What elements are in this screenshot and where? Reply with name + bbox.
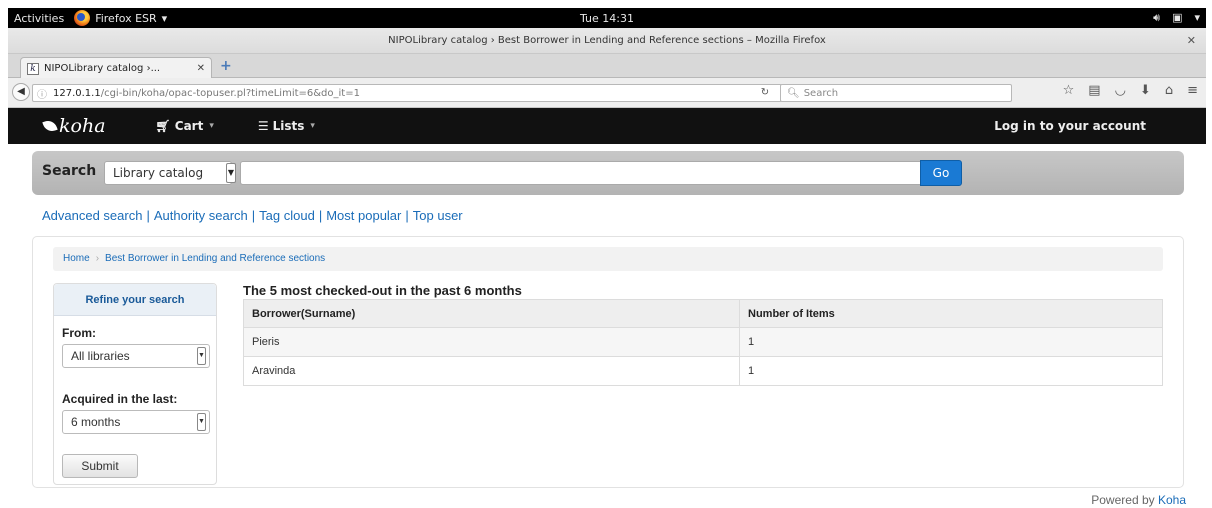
most-popular-link[interactable]: Most popular <box>326 208 401 223</box>
app-menu[interactable]: Firefox ESR ▾ <box>74 10 167 26</box>
table-row: Pieris 1 <box>243 327 1163 357</box>
authority-search-link[interactable]: Authority search <box>154 208 248 223</box>
search-label: Search <box>42 163 97 179</box>
powered-by-text: Powered by <box>1091 493 1155 507</box>
refine-sidebar: Refine your search From: All libraries ▼… <box>53 283 217 485</box>
firefox-logo-icon <box>74 10 91 26</box>
url-host: 127.0.1.1 <box>53 87 101 99</box>
koha-navbar: koha 🛒︎ Cart ▾ ☰ Lists ▾ Log in to your … <box>8 108 1206 144</box>
bookmark-star-icon[interactable]: ☆ <box>1063 83 1075 98</box>
powered-by-footer: Powered by Koha <box>1091 493 1186 507</box>
koha-link[interactable]: Koha <box>1158 493 1186 507</box>
items-cell: 1 <box>739 327 1163 357</box>
library-select-value: All libraries <box>71 349 130 363</box>
app-menu-label: Firefox ESR <box>95 11 157 25</box>
sidebar-title: Refine your search <box>54 284 216 316</box>
new-tab-button[interactable]: + <box>220 58 232 74</box>
koha-logo[interactable]: koha <box>42 115 106 137</box>
koha-favicon-icon: k <box>27 62 39 75</box>
koha-leaf-icon <box>42 118 58 134</box>
column-header-borrower: Borrower(Surname) <box>243 299 740 328</box>
browser-navbar: ◀ ⓘ 127.0.1.1/cgi-bin/koha/opac-topuser.… <box>8 78 1206 108</box>
browser-tab[interactable]: k NIPOLibrary catalog ›... ✕ <box>20 57 212 79</box>
acquired-label: Acquired in the last: <box>62 392 178 406</box>
hamburger-menu-icon[interactable]: ≡ <box>1187 83 1198 98</box>
main-content: Home › Best Borrower in Lending and Refere… <box>32 236 1184 488</box>
browser-search-placeholder: Search <box>803 87 839 99</box>
reload-icon[interactable]: ↻ <box>754 84 776 102</box>
search-panel: Search Library catalog ▼ Go <box>32 151 1184 195</box>
back-button[interactable]: ◀ <box>12 83 30 101</box>
lists-label: Lists <box>272 119 305 133</box>
breadcrumb: Home › Best Borrower in Lending and Refere… <box>53 247 1163 271</box>
column-header-items: Number of Items <box>739 299 1163 328</box>
search-input[interactable] <box>240 161 922 185</box>
chevron-down-icon: ▾ <box>161 11 168 25</box>
url-path: /cgi-bin/koha/opac-topuser.pl?timeLimit=… <box>100 87 360 99</box>
window-title: NIPOLibrary catalog › Best Borrower in L… <box>388 35 826 46</box>
results-table: Borrower(Surname) Number of Items Pieris… <box>243 299 1163 386</box>
pocket-icon[interactable]: ◡ <box>1115 83 1126 98</box>
battery-icon: ▣ <box>1172 11 1183 24</box>
table-row: Aravinda 1 <box>243 356 1163 386</box>
download-icon[interactable]: ⬇ <box>1140 83 1151 98</box>
submit-button[interactable]: Submit <box>62 454 138 478</box>
home-icon[interactable]: ⌂ <box>1165 83 1173 98</box>
borrower-cell: Aravinda <box>243 356 740 386</box>
cart-icon: 🛒︎ <box>155 119 171 133</box>
period-select-value: 6 months <box>71 415 121 429</box>
chevron-down-icon: ▾ <box>1194 11 1200 24</box>
window-close-button[interactable]: ✕ <box>1187 34 1196 47</box>
window-titlebar: NIPOLibrary catalog › Best Borrower in L… <box>8 28 1206 54</box>
chevron-down-icon: ▼ <box>197 413 206 431</box>
cart-label: Cart <box>174 119 204 133</box>
login-link[interactable]: Log in to your account <box>994 119 1146 133</box>
go-button[interactable]: Go <box>920 160 962 186</box>
search-links: Advanced search | Authority search | Tag clo… <box>42 208 463 223</box>
chevron-down-icon: ▼ <box>197 347 206 365</box>
period-select[interactable]: 6 months ▼ <box>62 410 210 434</box>
activities-button[interactable]: Activities <box>8 12 74 25</box>
advanced-search-link[interactable]: Advanced search <box>42 208 142 223</box>
breadcrumb-home-link[interactable]: Home <box>63 253 90 264</box>
borrower-cell: Pieris <box>243 327 740 357</box>
items-cell: 1 <box>739 356 1163 386</box>
os-top-bar: Activities Firefox ESR ▾ Tue 14:31 🔊︎ ▣ … <box>8 8 1206 28</box>
chevron-down-icon: ▾ <box>310 121 315 131</box>
volume-icon: 🔊︎ <box>1153 11 1161 24</box>
tab-close-icon[interactable]: ✕ <box>197 63 205 74</box>
table-header-row: Borrower(Surname) Number of Items <box>243 299 1163 328</box>
toolbar-icons: ☆ ▤ ◡ ⬇ ⌂ ≡ <box>1063 83 1198 98</box>
chevron-down-icon[interactable]: ▼ <box>226 163 236 183</box>
results-title: The 5 most checked-out in the past 6 mon… <box>243 283 522 298</box>
top-user-link[interactable]: Top user <box>413 208 463 223</box>
chevron-down-icon: ▾ <box>209 121 214 131</box>
cart-menu[interactable]: 🛒︎ Cart ▾ <box>156 119 214 133</box>
tag-cloud-link[interactable]: Tag cloud <box>259 208 315 223</box>
system-status-area[interactable]: 🔊︎ ▣ ▾ <box>1153 11 1200 25</box>
list-icon: ☰ <box>257 119 269 133</box>
search-scope-select[interactable]: Library catalog <box>104 161 232 185</box>
tab-label: NIPOLibrary catalog ›... <box>44 63 161 74</box>
library-select[interactable]: All libraries ▼ <box>62 344 210 368</box>
from-label: From: <box>62 326 96 340</box>
lists-menu[interactable]: ☰ Lists ▾ <box>258 119 315 133</box>
search-icon: 🔍︎ <box>787 87 800 99</box>
site-info-icon[interactable]: ⓘ <box>37 86 47 101</box>
bookmarks-list-icon[interactable]: ▤ <box>1088 83 1100 98</box>
breadcrumb-current-link[interactable]: Best Borrower in Lending and Reference s… <box>105 253 325 264</box>
koha-logo-text: koha <box>59 115 106 137</box>
url-bar[interactable]: ⓘ 127.0.1.1/cgi-bin/koha/opac-topuser.pl… <box>32 84 782 102</box>
clock[interactable]: Tue 14:31 <box>580 12 634 25</box>
browser-search-input[interactable]: 🔍︎ Search <box>780 84 1012 102</box>
tab-strip: k NIPOLibrary catalog ›... ✕ + <box>8 54 1206 79</box>
